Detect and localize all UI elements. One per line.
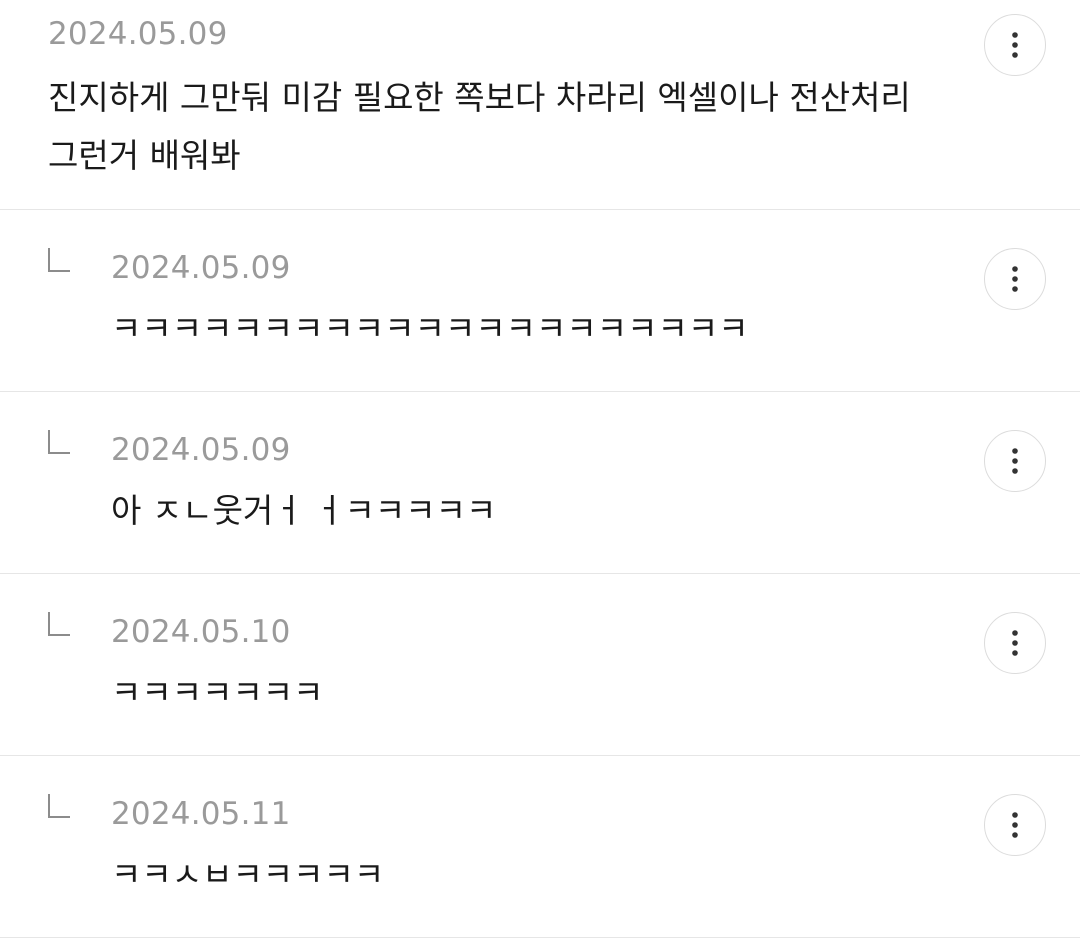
more-vertical-icon (1012, 32, 1018, 58)
comment-date: 2024.05.11 (111, 796, 291, 832)
comment-date: 2024.05.09 (111, 250, 291, 286)
comment-item: 2024.05.09 진지하게 그만둬 미감 필요한 쪽보다 차라리 엑셀이나 … (0, 0, 1080, 210)
reply-arrow-icon (48, 612, 70, 636)
comment-text: 진지하게 그만둬 미감 필요한 쪽보다 차라리 엑셀이나 전산처리 그런거 배워… (48, 78, 911, 175)
more-vertical-icon (1012, 812, 1018, 838)
comment-date: 2024.05.09 (48, 16, 228, 52)
comment-text: ㅋㅋㅅㅂㅋㅋㅋㅋㅋ (111, 855, 385, 894)
reply-item: 2024.05.10 ㅋㅋㅋㅋㅋㅋㅋ (0, 574, 1080, 756)
more-vertical-icon (1012, 630, 1018, 656)
comment-text: ㅋㅋㅋㅋㅋㅋㅋㅋㅋㅋㅋㅋㅋㅋㅋㅋㅋㅋㅋㅋㅋ (111, 309, 749, 348)
more-options-button[interactable] (984, 14, 1046, 76)
comment-text: 아 ㅈㄴ웃거ㅓ ㅓㅋㅋㅋㅋㅋ (111, 491, 497, 530)
more-vertical-icon (1012, 266, 1018, 292)
more-options-button[interactable] (984, 612, 1046, 674)
reply-item: 2024.05.09 아 ㅈㄴ웃거ㅓ ㅓㅋㅋㅋㅋㅋ (0, 392, 1080, 574)
comment-date: 2024.05.09 (111, 432, 291, 468)
more-options-button[interactable] (984, 794, 1046, 856)
reply-arrow-icon (48, 430, 70, 454)
comment-list: 2024.05.09 진지하게 그만둬 미감 필요한 쪽보다 차라리 엑셀이나 … (0, 0, 1080, 939)
more-options-button[interactable] (984, 248, 1046, 310)
more-vertical-icon (1012, 448, 1018, 474)
reply-item: 2024.05.09 ㅋㅋㅋㅋㅋㅋㅋㅋㅋㅋㅋㅋㅋㅋㅋㅋㅋㅋㅋㅋㅋ (0, 210, 1080, 392)
comment-text: ㅋㅋㅋㅋㅋㅋㅋ (111, 673, 324, 712)
reply-arrow-icon (48, 794, 70, 818)
more-options-button[interactable] (984, 430, 1046, 492)
reply-arrow-icon (48, 248, 70, 272)
reply-item: 2024.05.11 ㅋㅋㅅㅂㅋㅋㅋㅋㅋ (0, 756, 1080, 938)
comment-date: 2024.05.10 (111, 614, 291, 650)
